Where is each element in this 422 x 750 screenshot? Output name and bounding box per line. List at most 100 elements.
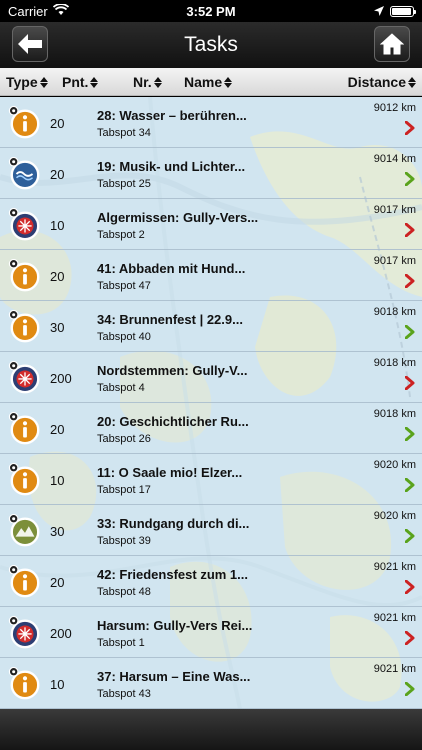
task-points: 30	[50, 524, 65, 539]
task-list[interactable]: 20 28: Wasser – berühren... Tabspot 34 9012…	[0, 97, 422, 709]
task-distance: 9021 km	[373, 612, 416, 624]
task-distance: 9020 km	[373, 459, 416, 471]
task-points: 20	[50, 116, 65, 131]
sort-icon	[408, 76, 416, 88]
task-distance: 9021 km	[373, 663, 416, 675]
task-distance: 9018 km	[373, 306, 416, 318]
info-task-type-icon	[8, 667, 40, 700]
info-task-type-icon	[8, 565, 40, 598]
back-arrow-icon	[18, 34, 42, 54]
status-left: Carrier	[8, 2, 69, 19]
gully-task-type-icon	[8, 616, 40, 649]
chevron-right-icon	[405, 325, 415, 339]
task-title: 42: Friedensfest zum 1...	[97, 567, 248, 582]
sort-icon	[90, 76, 99, 88]
task-title: 28: Wasser – berühren...	[97, 108, 247, 123]
task-title: Harsum: Gully-Vers Rei...	[97, 618, 253, 633]
task-distance: 9018 km	[373, 357, 416, 369]
task-title: Algermissen: Gully-Vers...	[97, 210, 259, 225]
task-subtitle: Tabspot 40	[97, 331, 151, 343]
task-subtitle: Tabspot 25	[97, 178, 151, 190]
chevron-right-icon	[405, 529, 415, 543]
task-subtitle: Tabspot 39	[97, 535, 151, 547]
gully-task-type-icon	[8, 361, 40, 394]
task-subtitle: Tabspot 1	[97, 637, 145, 649]
info-task-type-icon	[8, 310, 40, 343]
column-number-label: Nr.	[133, 74, 152, 90]
task-row[interactable]: 200 Nordstemmen: Gully-V... Tabspot 4 9018 …	[0, 352, 422, 403]
column-distance[interactable]: Distance	[348, 74, 416, 90]
gully-task-type-icon	[8, 208, 40, 241]
sort-icon	[39, 76, 48, 88]
task-row[interactable]: 20 19: Musik- und Lichter... Tabspot 25 901…	[0, 148, 422, 199]
home-button[interactable]	[374, 26, 410, 62]
chevron-right-icon	[405, 172, 415, 186]
navigation-bar: Tasks	[0, 22, 422, 68]
task-title: 11: O Saale mio! Elzer...	[97, 465, 243, 480]
task-row[interactable]: 20 41: Abbaden mit Hund... Tabspot 47 9017 …	[0, 250, 422, 301]
task-points: 20	[50, 575, 65, 590]
task-subtitle: Tabspot 4	[97, 382, 145, 394]
chevron-right-icon	[405, 274, 415, 288]
sort-icon	[153, 76, 162, 88]
task-distance: 9021 km	[373, 561, 416, 573]
info-task-type-icon	[8, 463, 40, 496]
task-title: 20: Geschichtlicher Ru...	[97, 414, 249, 429]
task-distance: 9017 km	[373, 255, 416, 267]
task-row[interactable]: 20 28: Wasser – berühren... Tabspot 34 9012…	[0, 97, 422, 148]
task-subtitle: Tabspot 26	[97, 433, 151, 445]
chevron-right-icon	[405, 631, 415, 645]
task-points: 200	[50, 371, 72, 386]
column-points[interactable]: Pnt.	[62, 74, 99, 90]
column-type[interactable]: Type	[6, 74, 48, 90]
task-title: 34: Brunnenfest | 22.9...	[97, 312, 243, 327]
task-row[interactable]: 30 33: Rundgang durch di... Tabspot 39 9020…	[0, 505, 422, 556]
task-row[interactable]: 10 11: O Saale mio! Elzer... Tabspot 17 902…	[0, 454, 422, 505]
task-distance: 9017 km	[373, 204, 416, 216]
task-title: 41: Abbaden mit Hund...	[97, 261, 246, 276]
status-bar: Carrier 3:52 PM	[0, 0, 422, 22]
water-task-type-icon	[8, 157, 40, 190]
task-points: 200	[50, 626, 72, 641]
task-distance: 9012 km	[373, 102, 416, 114]
task-subtitle: Tabspot 17	[97, 484, 151, 496]
carrier-label: Carrier	[8, 3, 48, 19]
task-row[interactable]: 30 34: Brunnenfest | 22.9... Tabspot 40 901…	[0, 301, 422, 352]
column-name[interactable]: Name	[184, 74, 233, 90]
home-icon	[380, 33, 404, 55]
bottom-toolbar	[0, 709, 422, 750]
column-number[interactable]: Nr.	[133, 74, 162, 90]
task-points: 20	[50, 167, 65, 182]
task-points: 10	[50, 677, 65, 692]
task-row[interactable]: 10 37: Harsum – Eine Was... Tabspot 43 9021…	[0, 658, 422, 709]
task-subtitle: Tabspot 48	[97, 586, 151, 598]
task-distance: 9020 km	[373, 510, 416, 522]
sort-icon	[224, 76, 233, 88]
wifi-icon	[52, 2, 69, 19]
task-subtitle: Tabspot 43	[97, 688, 151, 700]
column-name-label: Name	[184, 74, 223, 90]
task-row[interactable]: 10 Algermissen: Gully-Vers... Tabspot 2 901…	[0, 199, 422, 250]
info-task-type-icon	[8, 106, 40, 139]
task-row[interactable]: 20 42: Friedensfest zum 1... Tabspot 48 902…	[0, 556, 422, 607]
page-title: Tasks	[184, 33, 238, 56]
task-row[interactable]: 200 Harsum: Gully-Vers Rei... Tabspot 1 902…	[0, 607, 422, 658]
column-type-label: Type	[6, 74, 38, 90]
chevron-right-icon	[405, 580, 415, 594]
task-title: Nordstemmen: Gully-V...	[97, 363, 248, 378]
task-points: 30	[50, 320, 65, 335]
back-button[interactable]	[12, 26, 48, 62]
battery-icon	[390, 5, 416, 17]
status-right	[374, 4, 416, 19]
chevron-right-icon	[405, 478, 415, 492]
task-distance: 9018 km	[373, 408, 416, 420]
task-points: 10	[50, 473, 65, 488]
task-points: 20	[50, 422, 65, 437]
task-row[interactable]: 20 20: Geschichtlicher Ru... Tabspot 26 901…	[0, 403, 422, 454]
task-title: 37: Harsum – Eine Was...	[97, 669, 251, 684]
chevron-right-icon	[405, 682, 415, 696]
task-title: 19: Musik- und Lichter...	[97, 159, 246, 174]
chevron-right-icon	[405, 376, 415, 390]
chevron-right-icon	[405, 121, 415, 135]
chevron-right-icon	[405, 223, 415, 237]
